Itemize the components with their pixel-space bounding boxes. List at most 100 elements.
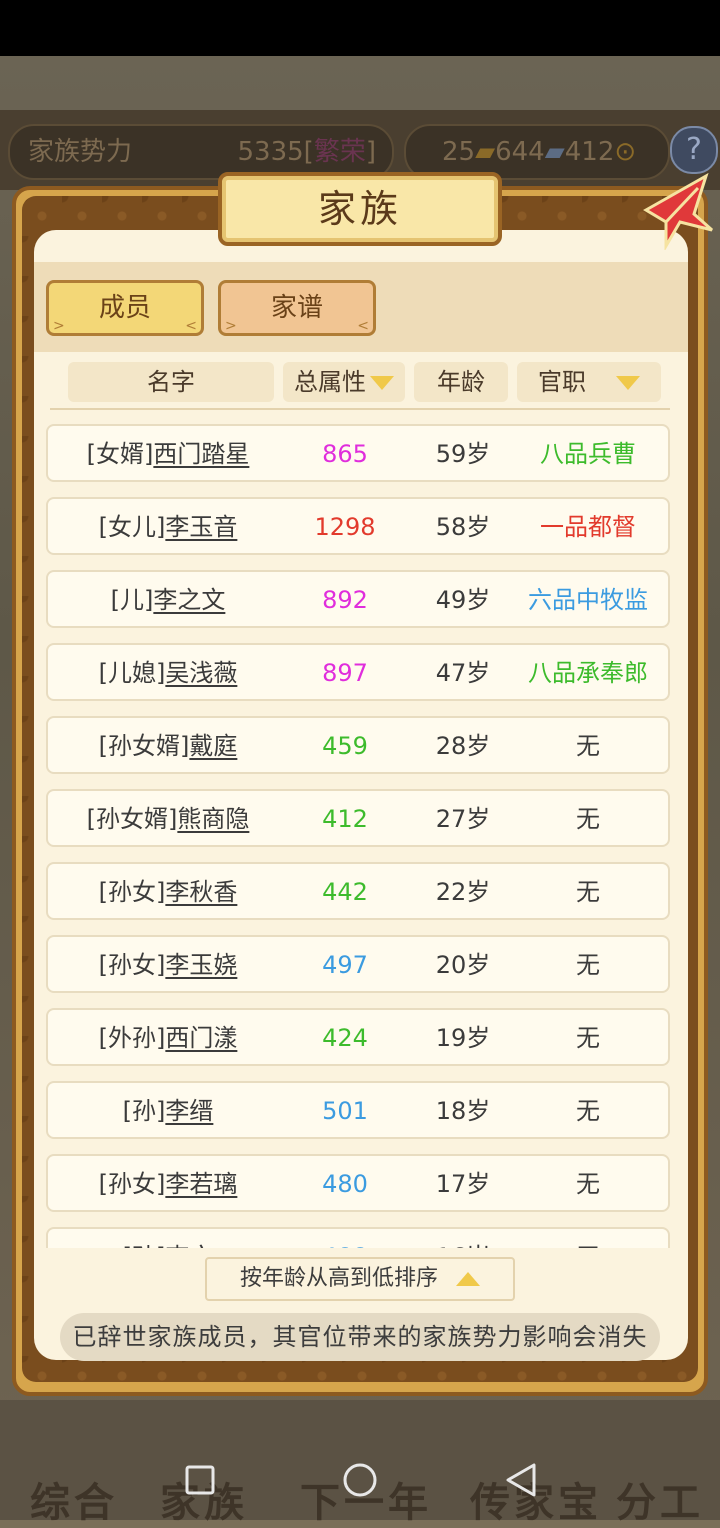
member-row[interactable]: [外孙]西门漾 424 19岁 无: [46, 1008, 670, 1066]
back-button[interactable]: [504, 1462, 538, 1498]
sort-label: 按年龄从高到低排序: [239, 1266, 438, 1291]
member-row[interactable]: [女婿]西门踏星 865 59岁 八品兵曹: [46, 424, 670, 482]
close-icon[interactable]: [636, 170, 716, 250]
member-attributes: 497: [322, 951, 368, 979]
member-row[interactable]: [孙女婿]戴庭 459 28岁 无: [46, 716, 670, 774]
status-bar: [0, 0, 720, 56]
member-name: [儿媳]吴浅薇: [48, 645, 288, 701]
member-office: 无: [576, 732, 600, 760]
member-attributes: 897: [322, 659, 368, 687]
member-relation: [孙]: [122, 1097, 166, 1125]
member-name: [孙女]李玉娆: [48, 937, 288, 993]
member-name-link[interactable]: 李若璃: [165, 1170, 237, 1198]
member-office: 无: [576, 878, 600, 906]
member-name-link[interactable]: 戴庭: [189, 732, 237, 760]
column-header-name: 名字: [68, 362, 274, 402]
nav-division[interactable]: 分工: [616, 1470, 704, 1528]
member-age: 27岁: [435, 805, 491, 833]
member-name-link[interactable]: 李秋香: [165, 878, 237, 906]
coin-icon: ⊙: [614, 137, 637, 167]
notice-banner: 已辞世家族成员，其官位带来的家族势力影响会消失: [60, 1313, 660, 1361]
tab-members-label: 成员: [98, 293, 151, 323]
member-attributes: 488: [288, 1229, 402, 1248]
member-row[interactable]: [女儿]李玉音 1298 58岁 一品都督: [46, 497, 670, 555]
home-button[interactable]: [342, 1462, 378, 1498]
gold-icon: ▰: [475, 137, 496, 167]
member-name: [孙女]李若璃: [48, 1156, 288, 1212]
member-attributes: 424: [322, 1024, 368, 1052]
member-attributes: 412: [322, 805, 368, 833]
member-office: 八品承奉郎: [528, 659, 648, 687]
column-header-office[interactable]: 官职: [517, 362, 661, 402]
member-age: 16岁: [408, 1229, 518, 1248]
member-row[interactable]: [孙女婿]熊商隐 412 27岁 无: [46, 789, 670, 847]
nav-overview[interactable]: 综合: [30, 1470, 118, 1528]
member-relation: [孙女婿]: [86, 805, 178, 833]
member-name-link[interactable]: 李之文: [153, 586, 225, 614]
tab-family-tree[interactable]: > 家谱 <: [218, 280, 376, 336]
member-relation: [孙女]: [98, 1170, 166, 1198]
member-name: [孙女]李秋香: [48, 864, 288, 920]
member-relation: [孙]: [123, 1243, 166, 1248]
member-age: 20岁: [435, 951, 491, 979]
member-age: 49岁: [435, 586, 491, 614]
member-name: [女儿]李玉音: [48, 499, 288, 555]
influence-label: 家族势力: [28, 137, 133, 167]
member-office: 无: [576, 1097, 600, 1125]
tab-members[interactable]: > 成员 <: [46, 280, 204, 336]
tab-left-ornament-icon: >: [225, 318, 237, 334]
member-name-link[interactable]: 西门踏星: [153, 440, 249, 468]
member-name: [儿]李之文: [48, 572, 288, 628]
member-age: 17岁: [435, 1170, 491, 1198]
member-office: 无: [576, 1024, 600, 1052]
member-name-link[interactable]: 吴浅薇: [165, 659, 237, 687]
recent-apps-button[interactable]: [184, 1464, 216, 1496]
panel-title: 家族: [317, 187, 402, 231]
member-row[interactable]: [儿媳]吴浅薇 897 47岁 八品承奉郎: [46, 643, 670, 701]
member-name-link[interactable]: 李缙: [165, 1097, 213, 1125]
member-row[interactable]: [孙]李缙 501 18岁 无: [46, 1081, 670, 1139]
sort-dropdown-icon: [370, 376, 394, 390]
member-attributes: 480: [322, 1170, 368, 1198]
iron-count: 412: [564, 137, 615, 167]
member-name-link[interactable]: 熊商隐: [177, 805, 249, 833]
member-office: 无: [576, 1170, 600, 1198]
member-row[interactable]: [孙女]李若璃 480 17岁 无: [46, 1154, 670, 1212]
member-name: [孙女婿]熊商隐: [48, 791, 288, 847]
member-list[interactable]: [女婿]西门踏星 865 59岁 八品兵曹 [女儿]李玉音 1298 58岁 一品都督 [儿]李…: [34, 414, 688, 1248]
member-name-link[interactable]: 李文: [165, 1243, 213, 1248]
member-row[interactable]: [儿]李之文 892 49岁 六品中牧监: [46, 570, 670, 628]
member-age: 47岁: [435, 659, 491, 687]
member-relation: [女婿]: [86, 440, 154, 468]
column-header-attributes[interactable]: 总属性: [283, 362, 405, 402]
member-office: 无: [576, 951, 600, 979]
silver-count: 644: [495, 137, 545, 167]
member-relation: [女儿]: [98, 513, 166, 541]
sort-button[interactable]: 按年龄从高到低排序: [205, 1257, 515, 1301]
member-age: 59岁: [435, 440, 491, 468]
member-relation: [孙女婿]: [98, 732, 190, 760]
member-row[interactable]: [孙女]李玉娆 497 20岁 无: [46, 935, 670, 993]
member-attributes: 459: [322, 732, 368, 760]
sort-order-icon: [456, 1272, 480, 1286]
member-relation: [儿]: [110, 586, 154, 614]
member-relation: [儿媳]: [98, 659, 166, 687]
member-age: 18岁: [435, 1097, 491, 1125]
member-name-link[interactable]: 李玉娆: [165, 951, 237, 979]
member-name: [外孙]西门漾: [48, 1010, 288, 1066]
member-row[interactable]: [孙]李文48816岁无: [46, 1227, 670, 1248]
member-row[interactable]: [孙女]李秋香 442 22岁 无: [46, 862, 670, 920]
help-button[interactable]: ?: [670, 126, 718, 174]
member-attributes: 442: [322, 878, 368, 906]
tab-family-tree-label: 家谱: [270, 293, 323, 323]
filter-dropdown-icon: [616, 376, 640, 390]
member-name-link[interactable]: 李玉音: [165, 513, 237, 541]
silver-icon: ▰: [544, 137, 565, 167]
member-name-link[interactable]: 西门漾: [165, 1024, 237, 1052]
gold-count: 25: [442, 137, 476, 167]
member-relation: [外孙]: [98, 1024, 166, 1052]
member-name: [女婿]西门踏星: [48, 426, 288, 482]
member-name: [孙]李文: [48, 1229, 288, 1248]
member-office: 无: [576, 805, 600, 833]
member-age: 22岁: [435, 878, 491, 906]
